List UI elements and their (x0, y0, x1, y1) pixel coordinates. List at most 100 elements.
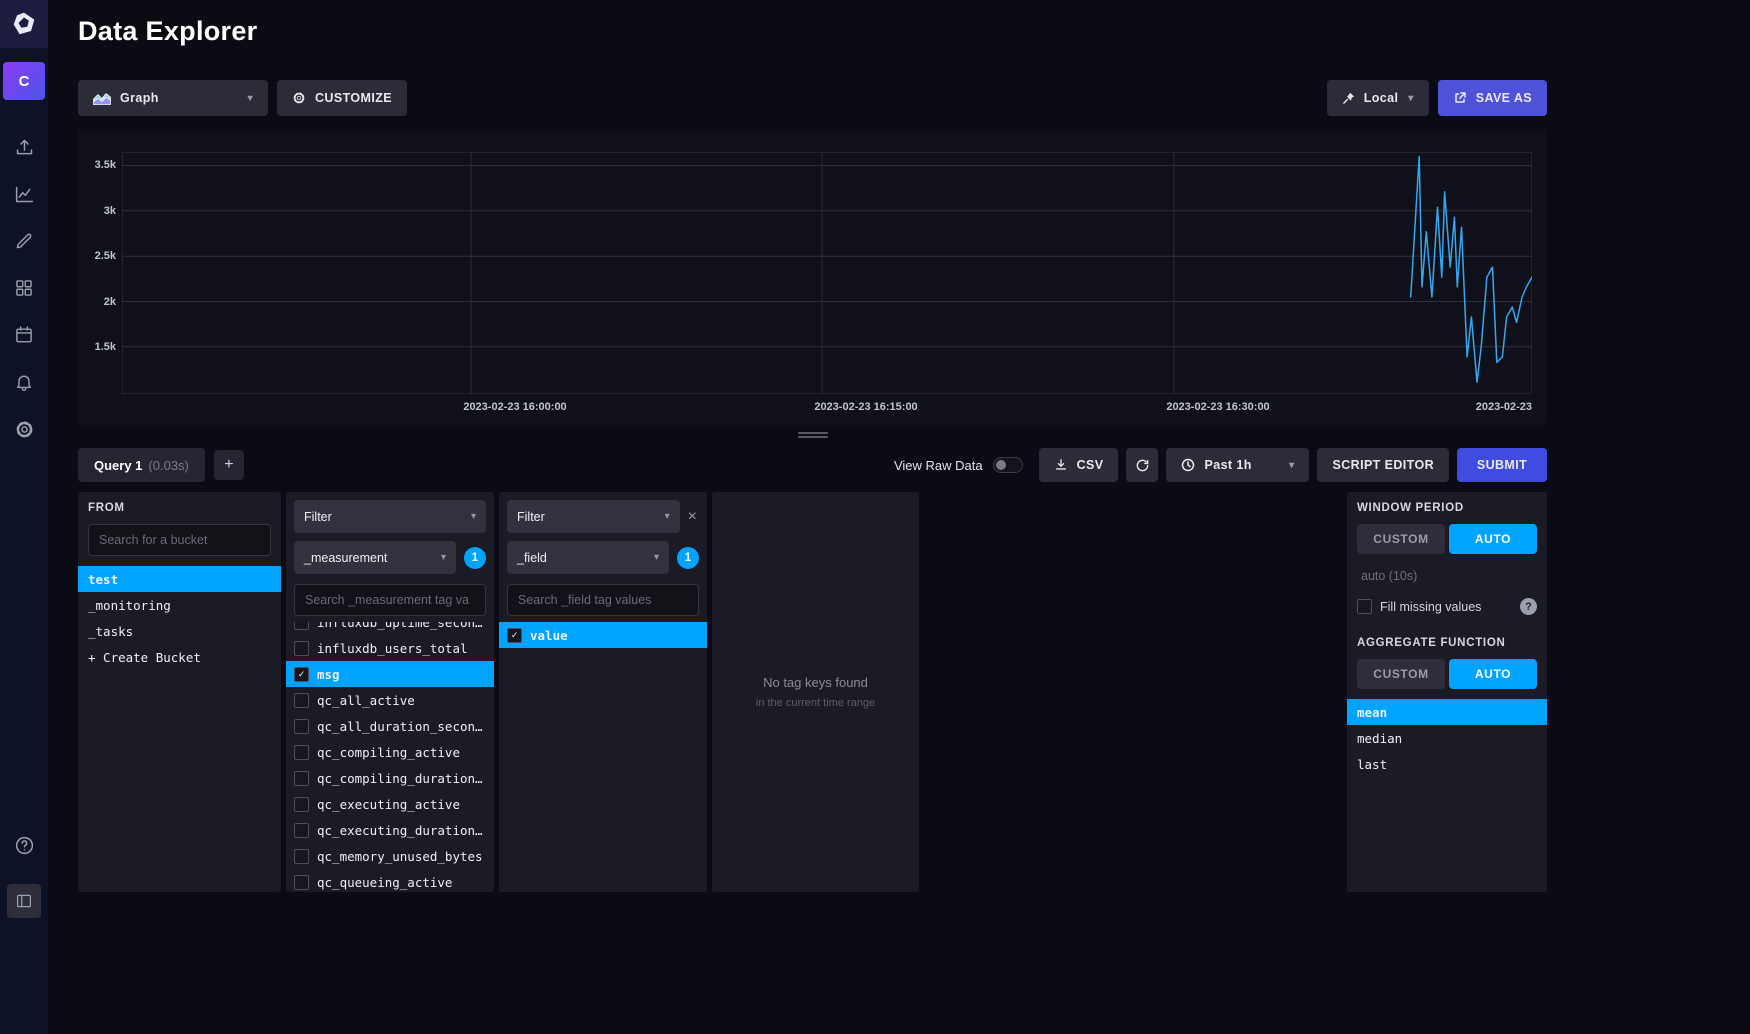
measurement-item[interactable]: qc_executing_duration… (286, 817, 494, 843)
influxdb-logo[interactable] (0, 0, 48, 48)
checkbox-icon[interactable] (294, 797, 309, 812)
bucket-item[interactable]: _tasks (78, 618, 281, 644)
csv-download-button[interactable]: CSV (1039, 448, 1119, 482)
x-axis-tick: 2023-02-23 16:00:00 (463, 401, 566, 413)
measurement-label: msg (317, 667, 340, 682)
settings-gear-icon[interactable] (13, 418, 35, 440)
measurement-label: qc_compiling_duration… (317, 771, 483, 786)
query-tab-label: Query 1 (94, 458, 142, 473)
measurement-item[interactable]: qc_executing_active (286, 791, 494, 817)
measurement-label: qc_all_active (317, 693, 415, 708)
measurement-item[interactable]: qc_memory_unused_bytes (286, 843, 494, 869)
tasks-calendar-icon[interactable] (13, 324, 35, 346)
from-panel: FROM test _monitoring _tasks + Create Bu… (78, 492, 281, 892)
window-auto-button[interactable]: AUTO (1449, 524, 1537, 554)
add-query-button[interactable]: + (214, 450, 244, 480)
chart-line-series (1411, 157, 1532, 383)
window-custom-button[interactable]: CUSTOM (1357, 524, 1445, 554)
script-editor-button[interactable]: SCRIPT EDITOR (1317, 448, 1449, 482)
selected-count-badge: 1 (677, 547, 699, 569)
checkbox-icon[interactable] (294, 875, 309, 890)
notebooks-pencil-icon[interactable] (13, 230, 35, 252)
main-content: Data Explorer Graph ▾ (48, 0, 1750, 1034)
refresh-button[interactable] (1126, 448, 1158, 482)
data-explorer-icon[interactable] (13, 183, 35, 205)
submit-button[interactable]: SUBMIT (1457, 448, 1547, 482)
bucket-item[interactable]: _monitoring (78, 592, 281, 618)
measurement-search-input[interactable] (294, 584, 486, 616)
checkbox-icon[interactable] (294, 719, 309, 734)
x-axis-tick: 2023-02-23 16:30:00 (1166, 401, 1269, 413)
measurement-item[interactable]: msg (286, 661, 494, 687)
field-search-input[interactable] (507, 584, 699, 616)
measurement-label: influxdb_uptime_secon… (317, 622, 483, 630)
bucket-search-input[interactable] (88, 524, 271, 556)
panel-resize-handle[interactable] (78, 432, 1547, 439)
fill-missing-checkbox[interactable] (1357, 599, 1372, 614)
download-icon (1054, 458, 1068, 472)
help-circle-icon[interactable]: ? (1520, 598, 1537, 615)
measurement-item[interactable]: influxdb_uptime_secon… (286, 622, 494, 635)
aggregate-function-item[interactable]: median (1347, 725, 1547, 751)
field-label: value (530, 628, 568, 643)
checkbox-icon[interactable] (294, 693, 309, 708)
y-axis-tick: 3k (78, 205, 116, 217)
aggregate-function-list: mean median last (1347, 699, 1547, 777)
toggle-panel-icon[interactable] (7, 884, 41, 918)
avatar[interactable]: C (3, 62, 45, 100)
checkbox-icon[interactable] (294, 745, 309, 760)
aggregate-auto-button[interactable]: AUTO (1449, 659, 1537, 689)
chevron-down-icon: ▾ (654, 552, 659, 563)
aggregate-function-item[interactable]: last (1347, 751, 1547, 777)
measurement-item[interactable]: qc_compiling_active (286, 739, 494, 765)
measurement-item[interactable]: qc_queueing_active (286, 869, 494, 892)
upload-icon[interactable] (13, 136, 35, 158)
measurement-item[interactable]: qc_compiling_duration… (286, 765, 494, 791)
field-list: value (499, 622, 707, 648)
checkbox-icon[interactable] (294, 622, 309, 630)
bucket-item[interactable]: test (78, 566, 281, 592)
filter-type-dropdown[interactable]: Filter ▾ (507, 500, 680, 533)
save-as-button[interactable]: SAVE AS (1438, 80, 1547, 116)
pin-icon (1342, 92, 1355, 105)
measurement-label: qc_compiling_active (317, 745, 460, 760)
help-area (0, 834, 48, 856)
selected-count-badge: 1 (464, 547, 486, 569)
tag-key-dropdown[interactable]: _measurement ▾ (294, 541, 456, 574)
field-item[interactable]: value (499, 622, 707, 648)
checkbox-checked-icon[interactable] (507, 628, 522, 643)
aggregate-custom-button[interactable]: CUSTOM (1357, 659, 1445, 689)
customize-button[interactable]: CUSTOMIZE (277, 80, 407, 116)
close-icon[interactable]: × (686, 507, 699, 527)
tag-key-dropdown[interactable]: _field ▾ (507, 541, 669, 574)
timezone-dropdown[interactable]: Local ▾ (1327, 80, 1429, 116)
checkbox-checked-icon[interactable] (294, 667, 309, 682)
field-filter-panel: Filter ▾ × _field ▾ 1 value (499, 492, 707, 892)
help-question-icon[interactable] (13, 834, 35, 856)
measurement-item[interactable]: influxdb_users_total (286, 635, 494, 661)
dashboards-icon[interactable] (13, 277, 35, 299)
export-icon (1453, 91, 1467, 105)
bucket-list: test _monitoring _tasks + Create Bucket (78, 566, 281, 670)
time-range-label: Past 1h (1204, 458, 1251, 472)
view-raw-data-toggle[interactable] (993, 457, 1023, 473)
checkbox-icon[interactable] (294, 823, 309, 838)
page-title: Data Explorer (78, 16, 1750, 47)
measurement-item[interactable]: qc_all_active (286, 687, 494, 713)
measurement-item[interactable]: qc_all_duration_secon… (286, 713, 494, 739)
y-axis-tick: 2.5k (78, 250, 116, 262)
filter-type-label: Filter (517, 510, 545, 524)
checkbox-icon[interactable] (294, 849, 309, 864)
create-bucket-item[interactable]: + Create Bucket (78, 644, 281, 670)
plot-area[interactable] (122, 152, 1532, 394)
alerts-bell-icon[interactable] (13, 371, 35, 393)
gear-icon (292, 91, 306, 105)
time-range-dropdown[interactable]: Past 1h ▾ (1166, 448, 1309, 482)
filter-type-dropdown[interactable]: Filter ▾ (294, 500, 486, 533)
checkbox-icon[interactable] (294, 771, 309, 786)
graph-type-dropdown[interactable]: Graph ▾ (78, 80, 268, 116)
checkbox-icon[interactable] (294, 641, 309, 656)
aggregate-function-item[interactable]: mean (1347, 699, 1547, 725)
graph-type-label: Graph (120, 91, 159, 105)
query-tab[interactable]: Query 1 (0.03s) (78, 448, 205, 482)
